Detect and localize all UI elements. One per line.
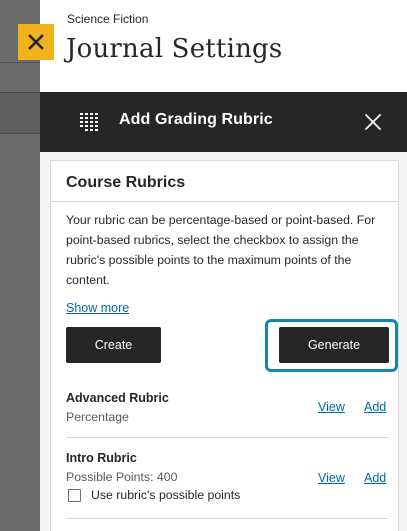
screen: Science Fiction Journal Settings Add Gra… [0, 0, 407, 531]
rubrics-description: Your rubric can be percentage-based or p… [66, 213, 376, 287]
rubric-panel-title: Add Grading Rubric [119, 111, 273, 128]
rubric-row-divider [66, 437, 388, 438]
close-x-icon [28, 34, 44, 50]
create-rubric-button[interactable]: Create [66, 327, 161, 363]
page-title: Journal Settings [66, 34, 283, 64]
close-icon [365, 114, 381, 130]
rubric-points-intro: Possible Points: 400 [66, 470, 178, 484]
add-advanced-rubric-link[interactable]: Add [364, 400, 386, 414]
rubric-panel-header: Add Grading Rubric [40, 92, 407, 152]
close-journal-settings-button[interactable] [18, 24, 54, 60]
rubric-grid-icon [80, 113, 98, 131]
close-rubric-panel-button[interactable] [362, 111, 384, 133]
view-advanced-rubric-link[interactable]: View [318, 400, 345, 414]
use-possible-points-label[interactable]: Use rubric's possible points [91, 488, 240, 502]
backdrop-band [0, 92, 40, 134]
rubric-row-divider [66, 518, 388, 519]
page-backdrop [0, 0, 40, 531]
use-possible-points-checkbox[interactable] [68, 489, 81, 502]
rubric-name-advanced: Advanced Rubric [66, 391, 169, 405]
heading-divider [51, 201, 398, 202]
show-more-link[interactable]: Show more [66, 301, 129, 315]
generate-rubric-button[interactable]: Generate [279, 327, 389, 363]
backdrop-divider [0, 62, 40, 63]
view-intro-rubric-link[interactable]: View [318, 471, 345, 485]
breadcrumb: Science Fiction [67, 12, 149, 26]
course-rubrics-heading: Course Rubrics [66, 174, 186, 191]
rubric-type-advanced: Percentage [66, 410, 129, 424]
add-intro-rubric-link[interactable]: Add [364, 471, 386, 485]
rubric-name-intro: Intro Rubric [66, 451, 137, 465]
